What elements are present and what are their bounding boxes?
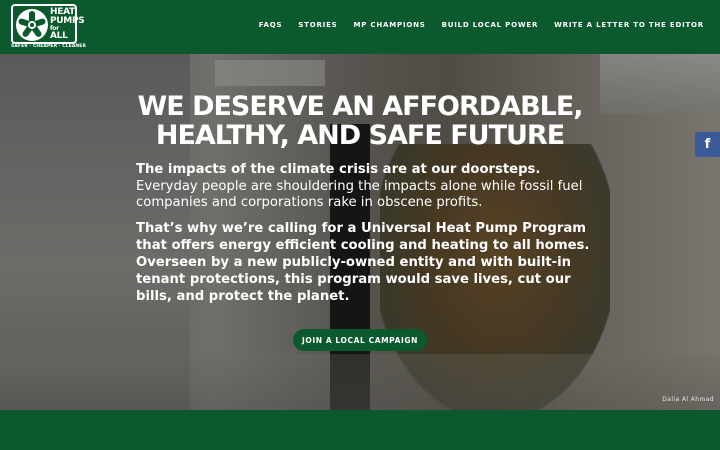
nav-item-build-local-power[interactable]: BUILD LOCAL POWER [442, 21, 539, 29]
hero-section: WE DESERVE AN AFFORDABLE, HEALTHY, AND S… [0, 54, 720, 410]
logo-tagline: SAFER · CHEAPER · CLEANER [11, 44, 87, 49]
nav-item-faqs[interactable]: FAQS [259, 21, 283, 29]
next-section-band [0, 410, 720, 450]
site-header: HEAT PUMPS for ALL SAFER · CHEAPER · CLE… [0, 0, 720, 54]
facebook-share-button[interactable]: f [695, 132, 720, 157]
facebook-icon: f [704, 137, 711, 152]
nav-item-write-a-letter[interactable]: WRITE A LETTER TO THE EDITOR [554, 21, 704, 29]
nav-item-mp-champions[interactable]: MP CHAMPIONS [354, 21, 426, 29]
hero-headline: WE DESERVE AN AFFORDABLE, HEALTHY, AND S… [137, 91, 583, 151]
logo-wordmark: HEAT PUMPS for ALL [50, 7, 85, 41]
hero-program-paragraph: That’s why we’re calling for a Universal… [136, 221, 590, 304]
hero-intro-bold: The impacts of the climate crisis are at… [136, 162, 541, 177]
fan-icon [16, 9, 48, 41]
main-nav: FAQS STORIES MP CHAMPIONS BUILD LOCAL PO… [243, 21, 704, 29]
site-logo[interactable]: HEAT PUMPS for ALL SAFER · CHEAPER · CLE… [11, 4, 86, 50]
logo-badge: HEAT PUMPS for ALL [11, 4, 85, 44]
photo-credit: Dalia Al Ahmad [662, 396, 714, 403]
hero-intro-rest: Everyday people are shouldering the impa… [136, 178, 583, 211]
hero-intro-paragraph: The impacts of the climate crisis are at… [136, 162, 586, 212]
join-local-campaign-button[interactable]: JOIN A LOCAL CAMPAIGN [293, 329, 427, 351]
nav-item-stories[interactable]: STORIES [298, 21, 337, 29]
